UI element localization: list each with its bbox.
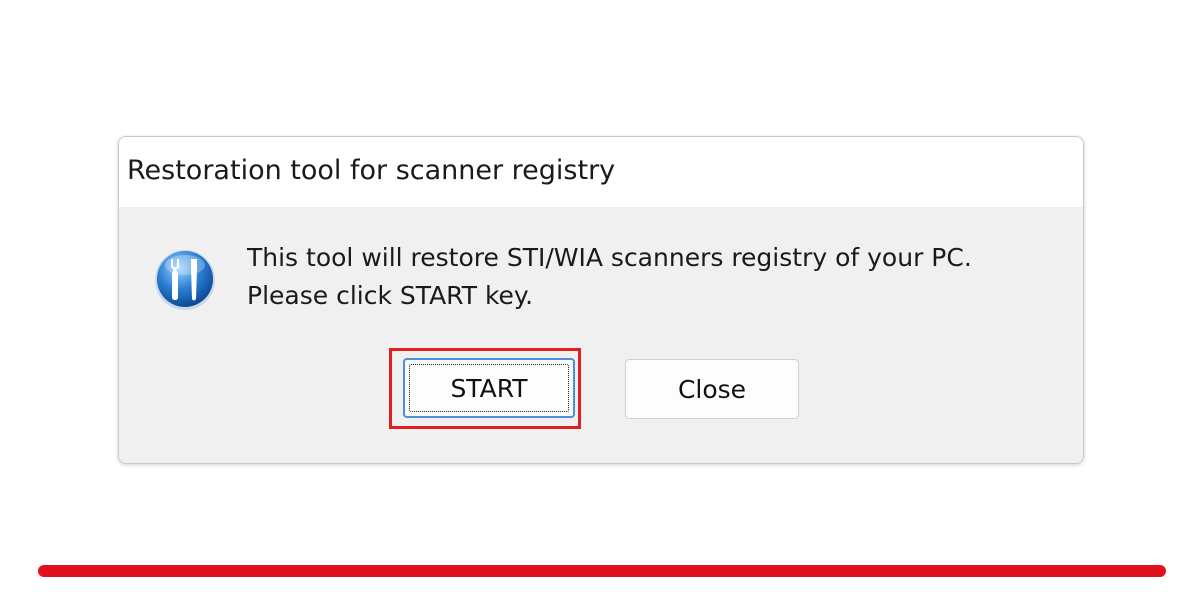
- dialog-content: This tool will restore STI/WIA scanners …: [119, 207, 1083, 463]
- accent-bar: [38, 565, 1166, 577]
- scanner-registry-dialog: Restoration tool for scanner registry Th…: [118, 136, 1084, 464]
- dialog-title: Restoration tool for scanner registry: [127, 155, 616, 186]
- start-button[interactable]: START: [403, 358, 575, 418]
- dialog-titlebar: Restoration tool for scanner registry: [119, 137, 1083, 207]
- tools-info-icon: [153, 247, 217, 311]
- message-line-1: This tool will restore STI/WIA scanners …: [247, 243, 972, 272]
- message-line-2: Please click START key.: [247, 281, 534, 310]
- dialog-message: This tool will restore STI/WIA scanners …: [247, 239, 972, 315]
- close-button[interactable]: Close: [625, 359, 799, 419]
